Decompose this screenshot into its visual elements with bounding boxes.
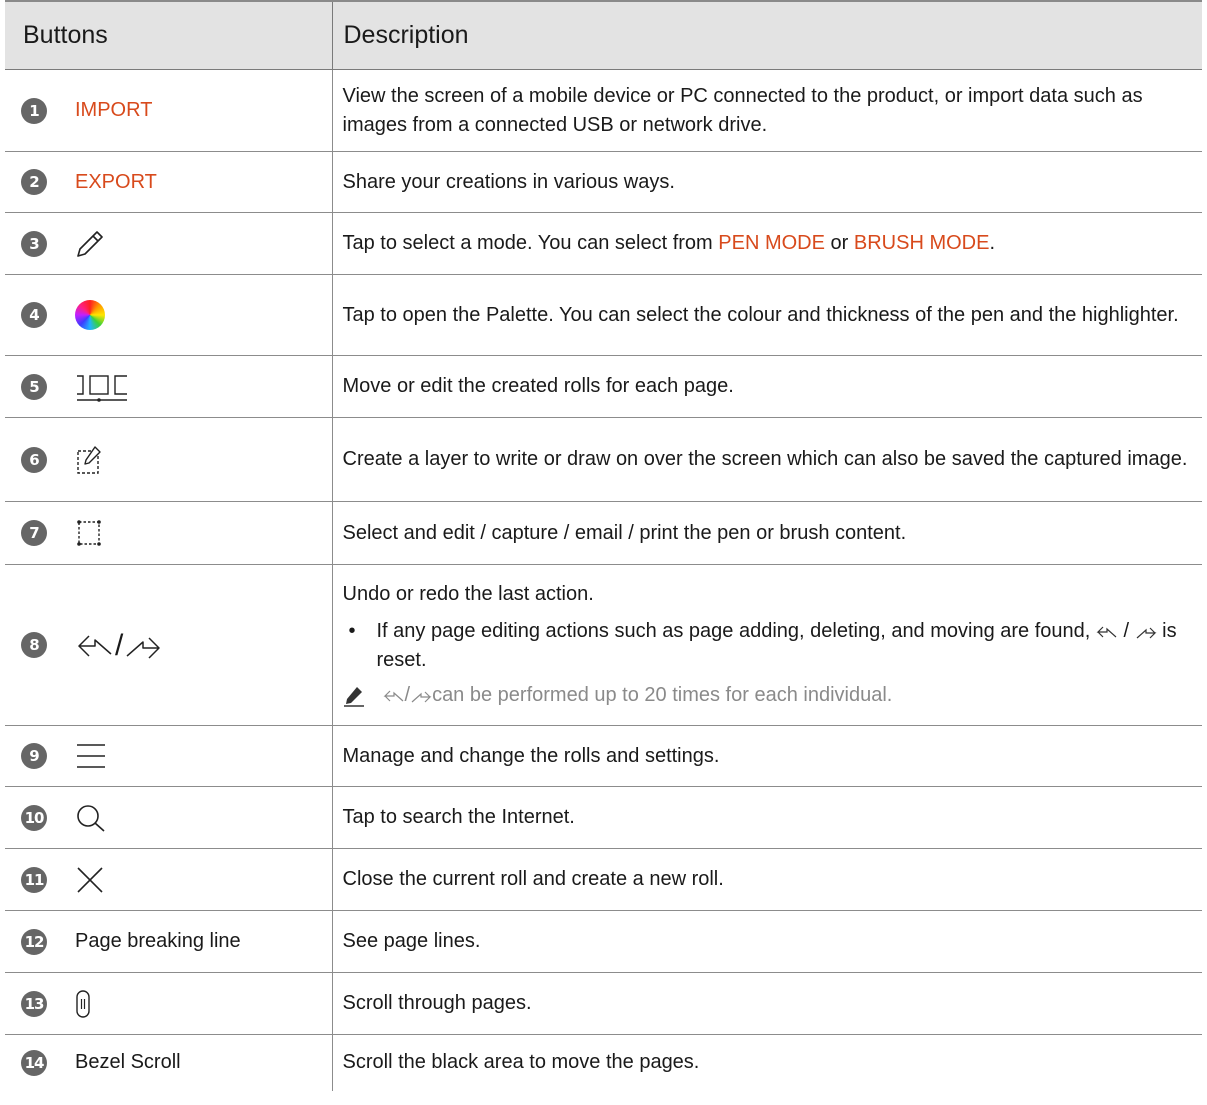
row-description: Tap to search the Internet. (331, 786, 1202, 849)
bezel-scroll-label: Bezel Scroll (75, 1051, 181, 1074)
row-description: Tap to select a mode. You can select fro… (331, 212, 1202, 275)
table-row: 6 Create a layer to write or draw on ove… (5, 417, 1202, 502)
page-rolls-icon (77, 374, 127, 402)
redo-icon (411, 691, 432, 702)
undo-icon (383, 690, 403, 701)
menu-icon (77, 744, 105, 768)
undo-icon (78, 635, 112, 657)
close-icon (77, 866, 103, 893)
table-row: 9 Manage and change the rolls and settin… (5, 725, 1202, 787)
undo-redo-separator: / (115, 628, 124, 662)
brush-mode-label: BRUSH MODE (853, 232, 990, 254)
row-description: Scroll through pages. (331, 972, 1202, 1035)
buttons-description-table: Buttons Description 1 IMPORT View the sc… (5, 0, 1202, 1091)
step-number-badge: 8 (21, 632, 47, 658)
pen-icon (77, 230, 103, 257)
row-description: Move or edit the created rolls for each … (331, 355, 1202, 418)
redo-icon (126, 637, 161, 659)
row-description: Manage and change the rolls and settings… (331, 725, 1202, 787)
export-button-label: EXPORT (75, 170, 157, 193)
row-description: Select and edit / capture / email / prin… (331, 501, 1202, 565)
table-row: 5 Move or edit the created rolls for eac… (5, 355, 1202, 418)
select-area-icon (77, 520, 101, 546)
table-row: 14 Bezel Scroll Scroll the black area to… (5, 1034, 1202, 1091)
row-description: Share your creations in various ways. (331, 151, 1202, 213)
step-number-badge: 1 (21, 97, 47, 124)
table-row: 7 Select and edit / capture / email / pr… (5, 501, 1202, 565)
note: / can be performed up to 20 times for ea… (343, 681, 1191, 710)
step-number-badge: 14 (21, 1049, 47, 1076)
row-description: See page lines. (331, 910, 1202, 973)
step-number-badge: 3 (21, 230, 47, 257)
step-number-badge: 10 (21, 804, 47, 831)
capture-layer-icon (77, 445, 101, 474)
table-row: 4 Tap to open the Palette. You can selec… (5, 274, 1202, 356)
step-number-badge: 12 (21, 928, 47, 955)
header-description: Description (331, 0, 1202, 70)
step-number-badge: 13 (21, 990, 47, 1017)
row-description: Tap to open the Palette. You can select … (331, 274, 1202, 356)
table-row: 8 / Undo or redo the last action. I (5, 564, 1202, 726)
list-item: If any page editing actions such as page… (343, 617, 1191, 675)
palette-color-wheel-icon (75, 300, 105, 330)
row-description: Undo or redo the last action. (342, 583, 594, 605)
step-number-badge: 9 (21, 743, 47, 769)
row-description: Close the current roll and create a new … (331, 848, 1202, 911)
pen-mode-label: PEN MODE (718, 232, 825, 254)
note-pencil-icon (343, 686, 364, 707)
table-row: 2 EXPORT Share your creations in various… (5, 151, 1202, 213)
table-row: 12 Page breaking line See page lines. (5, 910, 1202, 973)
row-description: Scroll the black area to move the pages. (331, 1034, 1202, 1091)
step-number-badge: 6 (21, 446, 47, 473)
table-row: 3 Tap to select a mode. You can select f… (5, 212, 1202, 275)
step-number-badge: 7 (21, 520, 47, 546)
import-button-label: IMPORT (75, 99, 153, 121)
redo-icon (1136, 627, 1157, 639)
step-number-badge: 5 (21, 373, 47, 400)
table-row: 11 Close the current roll and create a n… (5, 848, 1202, 911)
step-number-badge: 2 (21, 169, 47, 195)
table-row: 10 Tap to search the Internet. (5, 786, 1202, 849)
bullet-list: If any page editing actions such as page… (343, 617, 1191, 675)
page-breaking-line-label: Page breaking line (75, 930, 241, 952)
row-description: Create a layer to write or draw on over … (331, 417, 1202, 502)
search-icon (77, 804, 105, 832)
step-number-badge: 4 (21, 302, 47, 328)
table-row: 1 IMPORT View the screen of a mobile dev… (5, 69, 1202, 152)
scroll-handle-icon (76, 989, 90, 1018)
header-buttons: Buttons (5, 0, 332, 70)
table-row: 13 Scroll through pages. (5, 972, 1202, 1035)
undo-icon (1096, 626, 1117, 638)
step-number-badge: 11 (21, 866, 47, 893)
row-description: View the screen of a mobile device or PC… (331, 69, 1202, 152)
table-header-row: Buttons Description (5, 0, 1202, 70)
